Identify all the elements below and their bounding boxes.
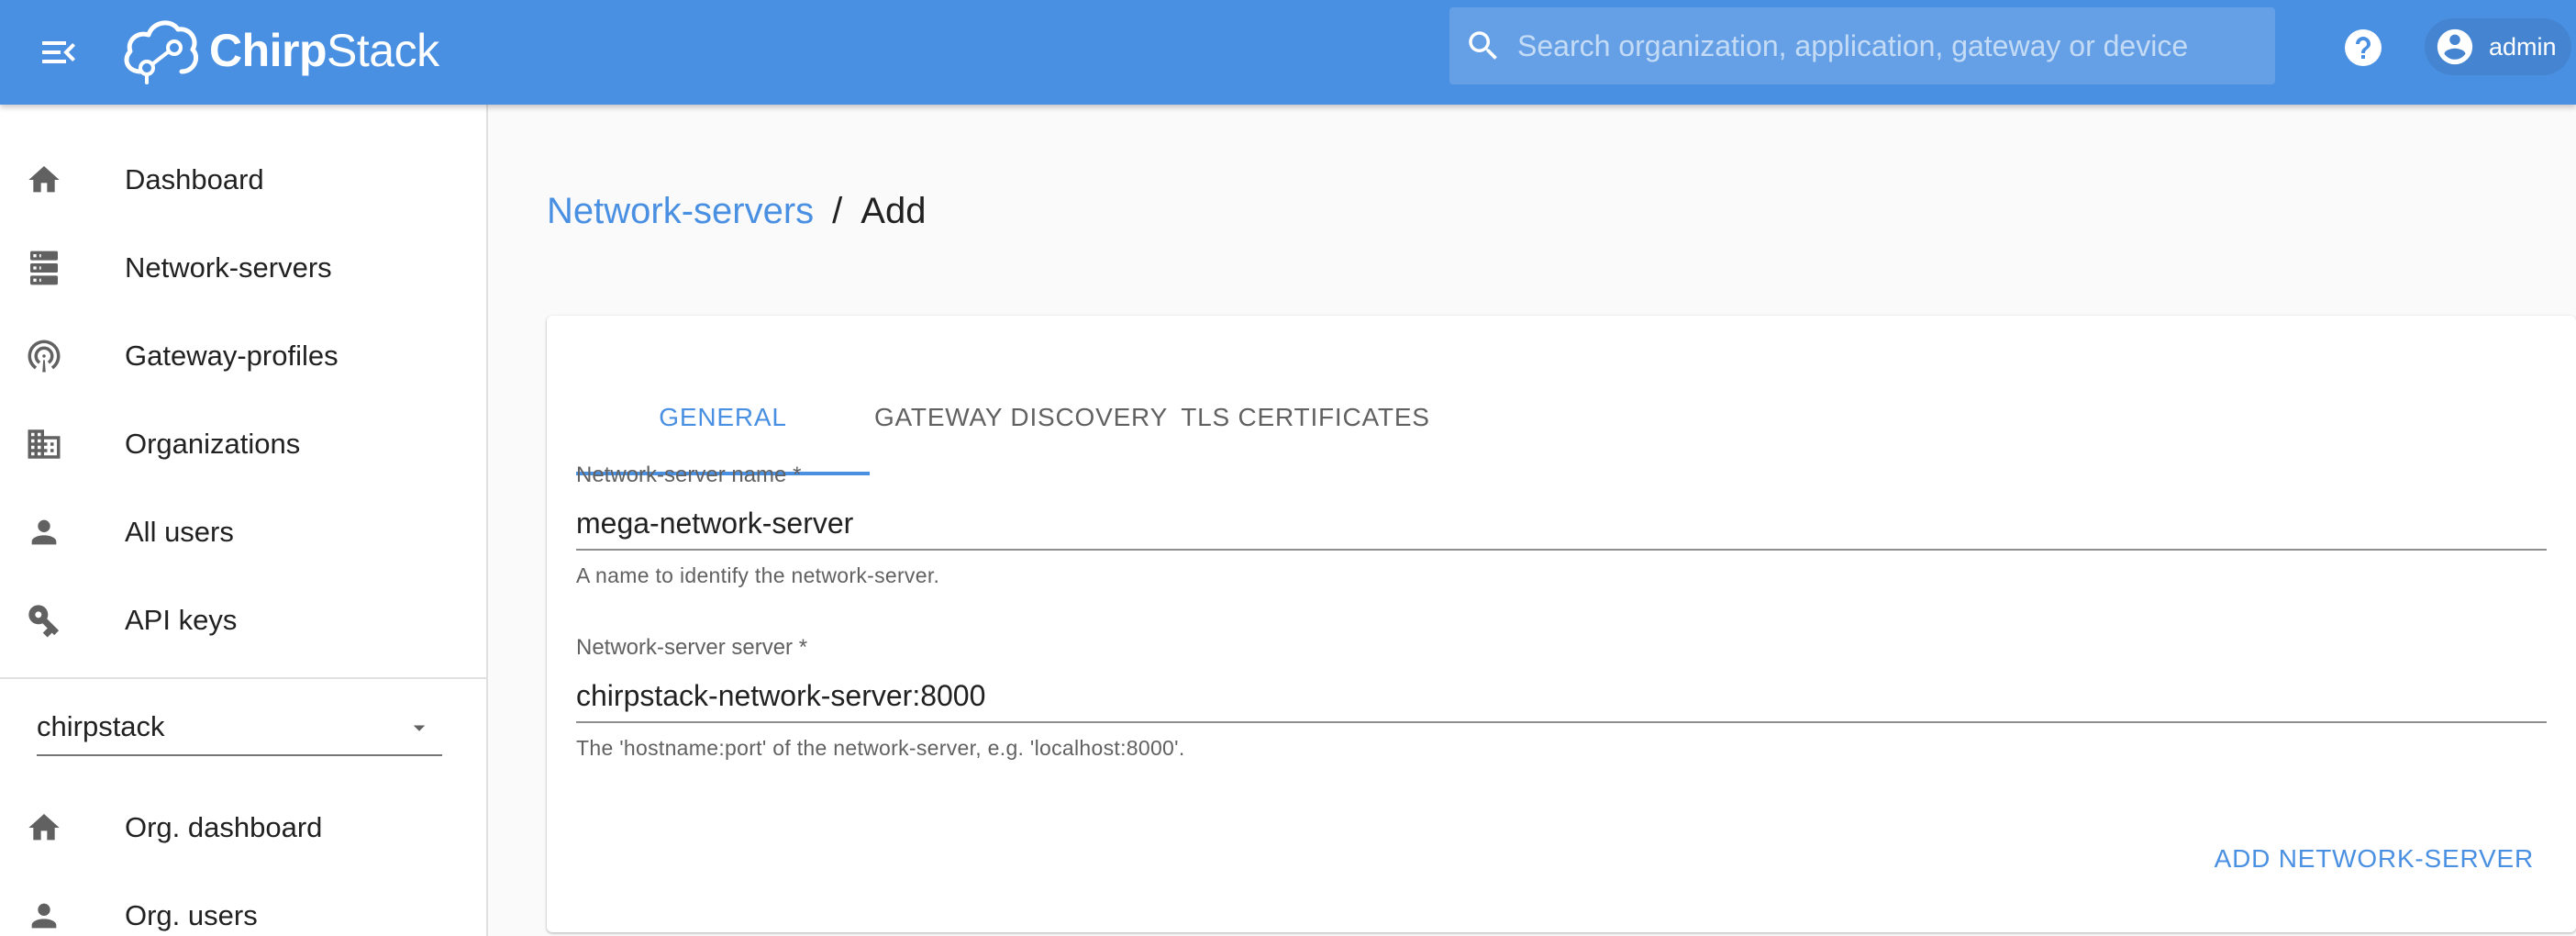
- field-label: Network-server name *: [576, 462, 802, 487]
- home-icon: [22, 806, 66, 850]
- tab-gateway-discovery[interactable]: GATEWAY DISCOVERY: [870, 360, 1172, 475]
- domain-icon: [22, 422, 66, 466]
- sidebar-divider: [0, 677, 486, 679]
- tab-tls-certificates[interactable]: TLS CERTIFICATES: [1172, 360, 1438, 475]
- network-server-name-input[interactable]: [576, 497, 2547, 551]
- search-input[interactable]: [1517, 18, 2275, 73]
- logo-text-regular: Stack: [327, 25, 439, 76]
- field-helper-text: The 'hostname:port' of the network-serve…: [576, 736, 1185, 760]
- server-icon: [22, 246, 66, 290]
- logo-text: ChirpStack: [209, 24, 439, 77]
- organization-select[interactable]: chirpstack: [37, 701, 442, 756]
- sidebar-item-organizations[interactable]: Organizations: [0, 400, 486, 488]
- sidebar-item-gateway-profiles[interactable]: Gateway-profiles: [0, 312, 486, 400]
- sidebar: Dashboard Network-servers Gateway-profil…: [0, 105, 488, 936]
- breadcrumb-separator: /: [832, 191, 843, 231]
- sidebar-item-label: All users: [125, 516, 234, 548]
- breadcrumb-network-servers-link[interactable]: Network-servers: [547, 191, 814, 232]
- field-helper-text: A name to identify the network-server.: [576, 563, 940, 587]
- account-circle-icon: [2437, 28, 2473, 65]
- avatar: [2434, 26, 2476, 68]
- search-icon: [1469, 31, 1497, 60]
- tab-label: GENERAL: [659, 403, 787, 431]
- help-button[interactable]: [2338, 23, 2388, 72]
- organization-select-value: chirpstack: [37, 710, 165, 742]
- help-icon: [2345, 29, 2382, 66]
- tab-label: TLS CERTIFICATES: [1181, 403, 1430, 431]
- add-network-server-button[interactable]: ADD NETWORK-SERVER: [2205, 830, 2543, 888]
- menu-open-icon: [42, 41, 75, 63]
- network-server-server-input[interactable]: [576, 670, 2547, 723]
- sidebar-item-label: Org. users: [125, 899, 258, 931]
- logo-text-bold: Chirp: [209, 25, 328, 76]
- user-menu-button[interactable]: admin: [2425, 18, 2571, 75]
- sidebar-item-api-keys[interactable]: API keys: [0, 576, 486, 664]
- tab-label: GATEWAY DISCOVERY: [873, 403, 1169, 431]
- sidebar-item-network-servers[interactable]: Network-servers: [0, 224, 486, 312]
- sidebar-item-dashboard[interactable]: Dashboard: [0, 136, 486, 224]
- global-search[interactable]: [1449, 7, 2275, 84]
- account-icon: [22, 510, 66, 554]
- sidebar-item-label: Organizations: [125, 428, 301, 460]
- tab-general[interactable]: GENERAL: [576, 360, 870, 475]
- chevron-down-icon: [413, 725, 426, 731]
- home-icon: [22, 158, 66, 202]
- sidebar-item-label: Gateway-profiles: [125, 340, 339, 372]
- sidebar-item-org-dashboard[interactable]: Org. dashboard: [0, 784, 486, 872]
- network-server-name-field: Network-server name * A name to identify…: [576, 462, 2547, 600]
- collapse-menu-button[interactable]: [29, 23, 88, 82]
- form-tabs: GENERAL GATEWAY DISCOVERY TLS CERTIFICAT…: [576, 360, 1585, 475]
- field-label: Network-server server *: [576, 635, 808, 660]
- sidebar-item-label: API keys: [125, 604, 238, 636]
- top-app-bar: ChirpStack admin: [0, 0, 2576, 105]
- username-label: admin: [2489, 32, 2557, 61]
- sidebar-item-all-users[interactable]: All users: [0, 488, 486, 576]
- account-icon: [22, 894, 66, 936]
- breadcrumb: Network-servers / Add: [547, 191, 926, 232]
- network-server-form-card: GENERAL GATEWAY DISCOVERY TLS CERTIFICAT…: [547, 316, 2576, 932]
- network-server-server-field: Network-server server * The 'hostname:po…: [576, 635, 2547, 773]
- sidebar-item-org-users[interactable]: Org. users: [0, 872, 486, 936]
- sidebar-item-label: Dashboard: [125, 163, 264, 195]
- page-title: Add: [861, 191, 927, 231]
- access-point-icon: [22, 334, 66, 378]
- search-icon-wrapper: [1449, 7, 1517, 84]
- key-icon: [22, 598, 66, 642]
- sidebar-item-label: Network-servers: [125, 251, 332, 284]
- sidebar-item-label: Org. dashboard: [125, 811, 323, 843]
- chirpstack-logo[interactable]: ChirpStack: [119, 9, 439, 92]
- chirpstack-cloud-logo-icon: [124, 20, 198, 84]
